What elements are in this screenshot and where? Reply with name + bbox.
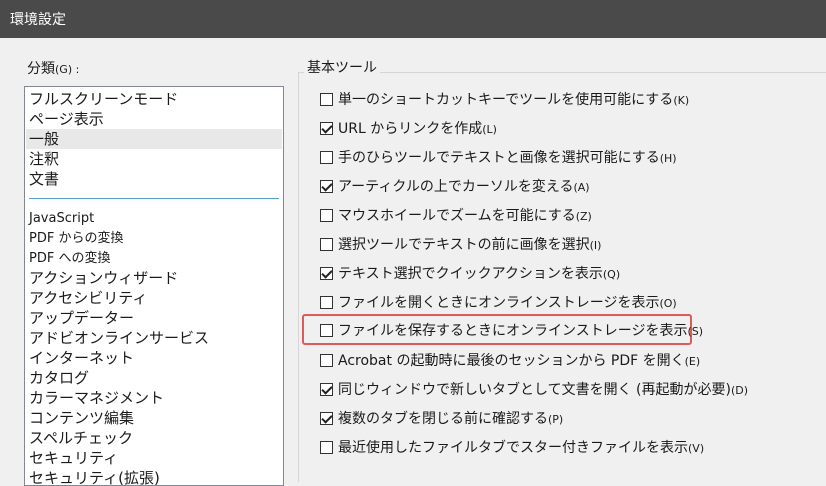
categories-list[interactable]: フルスクリーンモード ページ表示 一般 注釈 文書 JavaScript PDF… (24, 86, 284, 486)
option-accel: (O) (659, 297, 677, 310)
option-label: アーティクルの上でカーソルを変える (338, 179, 574, 195)
option-mouse-wheel-zoom[interactable]: マウスホイールでズームを可能にする(Z) (320, 205, 592, 225)
option-restore-last-session[interactable]: Acrobat の起動時に最後のセッションから PDF を開く(E) (320, 350, 700, 370)
category-item-fullscreen[interactable]: フルスクリーンモード (29, 89, 178, 109)
option-article-cursor[interactable]: アーティクルの上でカーソルを変える(A) (320, 176, 590, 196)
option-online-storage-open[interactable]: ファイルを開くときにオンラインストレージを表示(O) (320, 292, 677, 312)
option-single-key-shortcuts[interactable]: 単一のショートカットキーでツールを使用可能にする(K) (320, 89, 689, 109)
category-item-updater[interactable]: アップデーター (29, 308, 134, 328)
option-label: 選択ツールでテキストの前に画像を選択 (338, 237, 590, 253)
checkbox[interactable] (320, 150, 333, 164)
option-accel: (D) (730, 384, 749, 397)
window-titlebar: 環境設定 (0, 0, 826, 38)
groupbox-left-border (298, 72, 299, 482)
option-accel: (P) (548, 413, 564, 426)
option-select-images-before-text[interactable]: 選択ツールでテキストの前に画像を選択(I) (320, 234, 601, 254)
category-item-comments[interactable]: 注釈 (29, 149, 59, 169)
category-item-convert-to-pdf[interactable]: PDF への変換 (29, 249, 110, 269)
option-label: 最近使用したファイルタブでスター付きファイルを表示 (338, 440, 688, 456)
option-label: テキスト選択でクイックアクションを表示 (338, 266, 603, 282)
checkbox[interactable] (320, 382, 333, 396)
category-item-documents[interactable]: 文書 (29, 169, 59, 189)
option-accel: (V) (688, 442, 705, 455)
option-accel: (Q) (602, 268, 621, 281)
category-separator (29, 198, 279, 199)
categories-label: 分類(G) : (27, 58, 79, 78)
category-item-internet[interactable]: インターネット (29, 348, 134, 368)
groupbox-title: 基本ツール (304, 57, 380, 77)
option-label: ファイルを開くときにオンラインストレージを表示 (338, 295, 660, 311)
checkbox[interactable] (320, 208, 333, 222)
option-label: 同じウィンドウで新しいタブとして文書を開く (再起動が必要) (338, 382, 731, 398)
category-item-security-enhanced[interactable]: セキュリティ(拡張) (29, 468, 160, 485)
category-item-catalog[interactable]: カタログ (29, 368, 89, 388)
checkbox[interactable] (320, 295, 333, 309)
option-label: Acrobat の起動時に最後のセッションから PDF を開く (338, 353, 685, 369)
option-hand-tool-select[interactable]: 手のひらツールでテキストと画像を選択可能にする(H) (320, 147, 677, 167)
category-item-page-display[interactable]: ページ表示 (29, 109, 104, 129)
category-item-action-wizard[interactable]: アクションウィザード (29, 268, 178, 288)
option-label: ファイルを保存するときにオンラインストレージを表示 (338, 323, 688, 339)
checkbox[interactable] (320, 353, 333, 367)
category-item-javascript[interactable]: JavaScript (29, 209, 94, 229)
option-create-links-from-urls[interactable]: URL からリンクを作成(L) (320, 118, 497, 138)
option-label: 複数のタブを閉じる前に確認する (338, 411, 548, 427)
checkbox[interactable] (320, 266, 333, 280)
option-accel: (L) (482, 123, 497, 136)
checkbox[interactable] (320, 411, 333, 425)
option-label: マウスホイールでズームを可能にする (338, 208, 576, 224)
option-label: 単一のショートカットキーでツールを使用可能にする (338, 92, 674, 108)
checkbox[interactable] (320, 440, 333, 454)
checkbox[interactable] (320, 179, 333, 193)
window-title: 環境設定 (10, 12, 66, 28)
category-item-security[interactable]: セキュリティ (29, 448, 118, 468)
checkbox[interactable] (320, 237, 333, 251)
checkbox[interactable] (320, 323, 333, 337)
categories-label-text: 分類 (27, 61, 55, 77)
option-open-in-new-tab[interactable]: 同じウィンドウで新しいタブとして文書を開く (再起動が必要)(D) (320, 379, 748, 399)
option-starred-files[interactable]: 最近使用したファイルタブでスター付きファイルを表示(V) (320, 437, 704, 457)
category-item-accessibility[interactable]: アクセシビリティ (29, 288, 147, 308)
option-label: URL からリンクを作成 (338, 121, 483, 137)
option-accel: (H) (659, 152, 677, 165)
category-item-adobe-online-services[interactable]: アドビオンラインサービス (29, 328, 209, 348)
option-accel: (A) (573, 181, 590, 194)
option-confirm-close-tabs[interactable]: 複数のタブを閉じる前に確認する(P) (320, 408, 563, 428)
checkbox[interactable] (320, 121, 333, 135)
category-item-general[interactable]: 一般 (26, 129, 282, 149)
checkbox[interactable] (320, 92, 333, 106)
category-item-convert-from-pdf[interactable]: PDF からの変換 (29, 229, 123, 249)
category-item-content-editing[interactable]: コンテンツ編集 (29, 408, 134, 428)
option-online-storage-save[interactable]: ファイルを保存するときにオンラインストレージを表示(S) (320, 320, 703, 340)
category-item-color-management[interactable]: カラーマネジメント (29, 388, 164, 408)
categories-label-accel: (G) : (55, 63, 80, 76)
option-accel: (S) (687, 325, 704, 338)
option-accel: (E) (684, 355, 701, 368)
option-accel: (Z) (575, 210, 592, 223)
option-accel: (K) (673, 94, 690, 107)
category-item-spell-check[interactable]: スペルチェック (29, 428, 133, 448)
option-quick-actions[interactable]: テキスト選択でクイックアクションを表示(Q) (320, 263, 620, 283)
option-label: 手のひらツールでテキストと画像を選択可能にする (338, 150, 660, 166)
option-accel: (I) (589, 239, 602, 252)
